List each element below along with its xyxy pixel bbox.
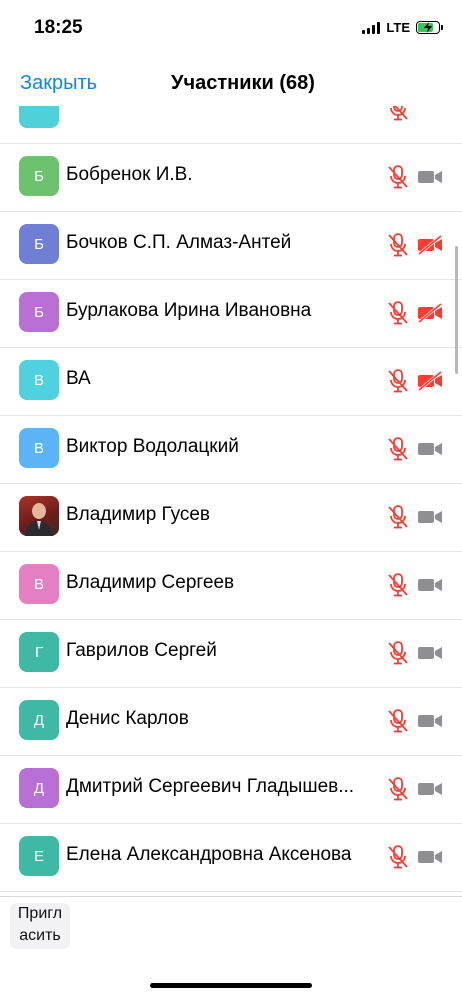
video-off-icon[interactable]	[416, 370, 444, 392]
participant-row[interactable]: В Владимир Сергеев	[0, 552, 462, 620]
participant-name: Денис Карлов	[66, 708, 189, 729]
avatar: В	[19, 564, 59, 604]
home-indicator[interactable]	[150, 983, 312, 988]
participant-row[interactable]: Е Елена Александровна Аксенова	[0, 824, 462, 892]
participant-row[interactable]: Д Денис Карлов	[0, 688, 462, 756]
video-off-icon[interactable]	[416, 302, 444, 324]
mic-muted-icon[interactable]	[386, 844, 410, 870]
mic-muted-icon[interactable]	[386, 776, 410, 802]
avatar: Е	[19, 836, 59, 876]
close-button[interactable]: Закрыть	[20, 72, 97, 95]
participant-row[interactable]: Д Дмитрий Сергеевич Гладышев...	[0, 756, 462, 824]
avatar: Б	[19, 292, 59, 332]
status-bar: 18:25 LTE	[0, 0, 462, 58]
scrollbar[interactable]	[455, 246, 458, 374]
avatar: Б	[19, 156, 59, 196]
participant-name: Владимир Гусев	[66, 504, 211, 525]
participant-row[interactable]: В ВА	[0, 348, 462, 416]
avatar: Б	[19, 224, 59, 264]
avatar-photo	[19, 496, 59, 536]
mic-muted-icon[interactable]	[386, 164, 410, 190]
mic-muted-icon[interactable]	[386, 232, 410, 258]
video-icon[interactable]	[416, 710, 444, 732]
mic-muted-icon[interactable]	[386, 708, 410, 734]
participant-row[interactable]: Б Бурлакова Ирина Ивановна	[0, 280, 462, 348]
video-icon[interactable]	[416, 574, 444, 596]
mic-muted-icon[interactable]	[386, 640, 410, 666]
participant-name: Виктор Водолацкий	[66, 436, 239, 457]
cellular-signal-icon	[362, 21, 381, 34]
avatar: Д	[19, 700, 59, 740]
participant-list[interactable]: Б Бобренок И.В. Б Бочков С.П. Алмаз-Антей Б Б…	[0, 106, 462, 896]
video-icon[interactable]	[416, 642, 444, 664]
participant-name: Бурлакова Ирина Ивановна	[66, 300, 312, 321]
video-icon[interactable]	[416, 506, 444, 528]
video-icon[interactable]	[416, 778, 444, 800]
participant-name: Бочков С.П. Алмаз-Антей	[66, 232, 292, 253]
network-label: LTE	[386, 20, 410, 35]
participant-row[interactable]: В Виктор Водолацкий	[0, 416, 462, 484]
mic-muted-icon[interactable]	[386, 106, 410, 122]
participant-name: ВА	[66, 368, 91, 389]
mic-muted-icon[interactable]	[386, 572, 410, 598]
battery-icon	[416, 21, 443, 34]
participant-name: Дмитрий Сергеевич Гладышев...	[66, 776, 355, 797]
status-icons: LTE	[362, 20, 443, 35]
participant-row[interactable]: Б Бобренок И.В.	[0, 144, 462, 212]
mic-muted-icon[interactable]	[386, 504, 410, 530]
video-icon[interactable]	[416, 166, 444, 188]
participant-row[interactable]: Г Гаврилов Сергей	[0, 620, 462, 688]
participant-name: Владимир Сергеев	[66, 572, 235, 593]
avatar: Г	[19, 632, 59, 672]
avatar	[19, 106, 59, 128]
participant-name: Бобренок И.В.	[66, 164, 193, 185]
status-time: 18:25	[34, 17, 83, 38]
invite-label-line1: Пригл	[17, 905, 63, 922]
bottom-toolbar: Пригл асить	[0, 896, 462, 1001]
mic-muted-icon[interactable]	[386, 368, 410, 394]
video-off-icon[interactable]	[416, 234, 444, 256]
participant-row[interactable]	[0, 106, 462, 144]
video-icon[interactable]	[416, 846, 444, 868]
participant-name: Елена Александровна Аксенова	[66, 844, 352, 865]
participant-row[interactable]: Владимир Гусев	[0, 484, 462, 552]
mic-muted-icon[interactable]	[386, 300, 410, 326]
invite-label-line2: асить	[19, 927, 61, 944]
participant-name: Гаврилов Сергей	[66, 640, 217, 661]
video-icon[interactable]	[416, 438, 444, 460]
avatar: Д	[19, 768, 59, 808]
invite-button[interactable]: Пригл асить	[10, 903, 70, 949]
nav-bar: Участники (68) Закрыть	[0, 58, 462, 106]
avatar: В	[19, 428, 59, 468]
avatar: В	[19, 360, 59, 400]
mic-muted-icon[interactable]	[386, 436, 410, 462]
participant-row[interactable]: Б Бочков С.П. Алмаз-Антей	[0, 212, 462, 280]
